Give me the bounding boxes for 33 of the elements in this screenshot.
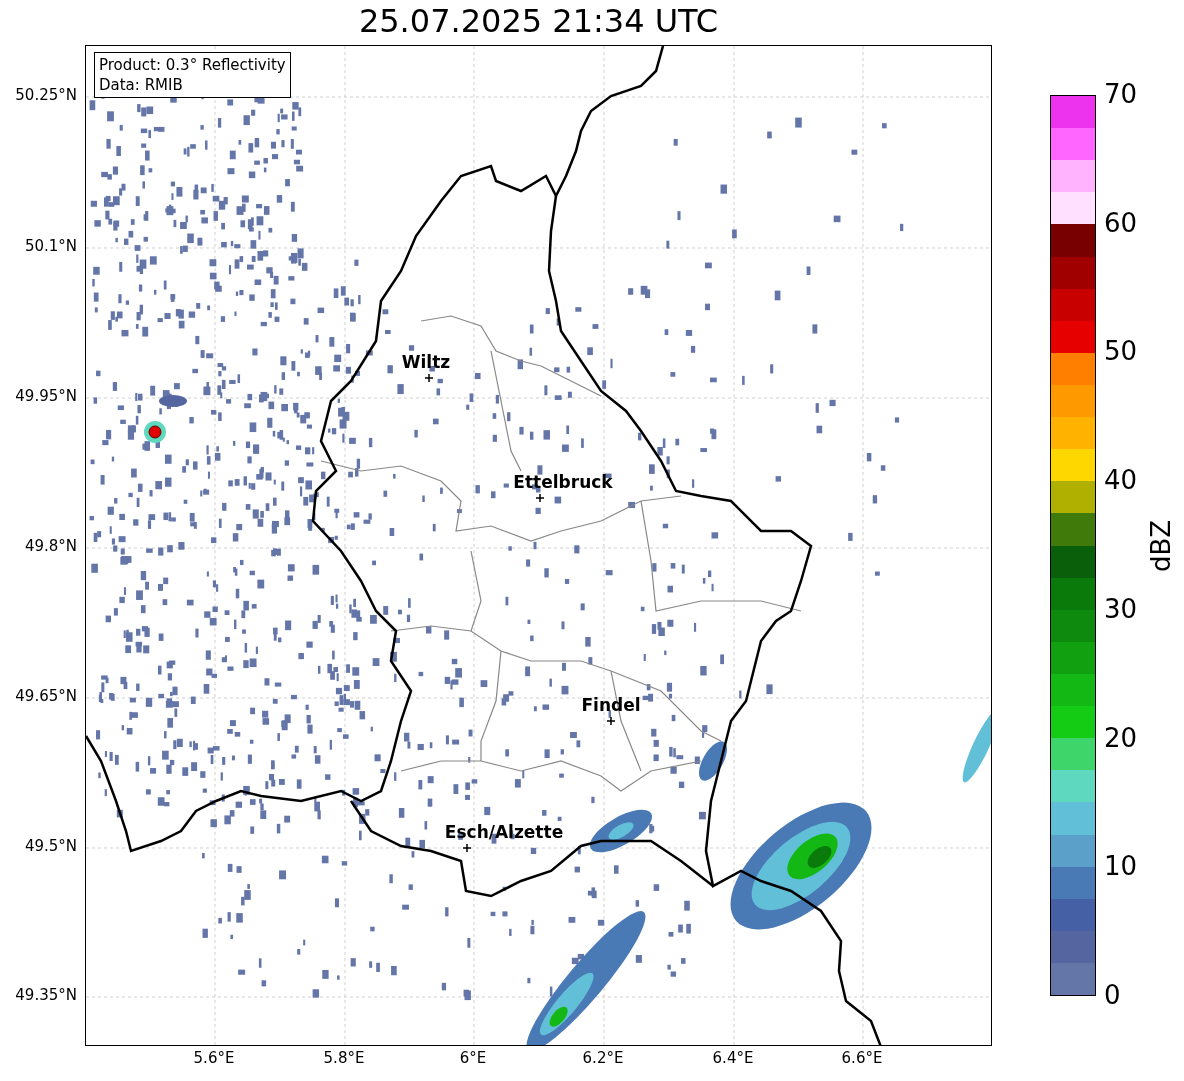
- colorbar-tick-label: 30: [1104, 595, 1138, 622]
- latitude-label: 49.35°N: [15, 988, 77, 1003]
- colorbar-tick-label: 50: [1104, 338, 1138, 365]
- colorbar-tick-label: 0: [1104, 982, 1121, 1008]
- info-line: Product: 0.3° Reflectivity: [99, 55, 286, 75]
- colorbar-tick-label: 40: [1104, 467, 1138, 494]
- city-label: Findel: [581, 697, 641, 714]
- colorbar-tick-label: 60: [1104, 209, 1138, 236]
- longitude-label: 6.4°E: [712, 1051, 754, 1066]
- city-marker-icon: [607, 717, 615, 725]
- latitude-label: 50.1°N: [24, 239, 77, 254]
- colorbar-tick-label: 20: [1104, 724, 1138, 751]
- latitude-label: 49.8°N: [24, 539, 77, 554]
- city-marker-icon: [425, 374, 433, 382]
- city-label: Ettelbruck: [513, 474, 613, 491]
- longitude-label: 6°E: [459, 1051, 487, 1066]
- latitude-label: 49.65°N: [15, 689, 77, 704]
- info-line: Data: RMIB: [99, 75, 184, 95]
- chart-title: 25.07.2025 21:34 UTC: [358, 4, 719, 41]
- city-marker-icon: [463, 844, 471, 852]
- longitude-label: 6.2°E: [582, 1051, 624, 1066]
- city-label: Esch/Alzette: [444, 824, 564, 841]
- latitude-label: 49.95°N: [15, 389, 77, 404]
- latitude-label: 49.5°N: [24, 839, 77, 854]
- colorbar-label: dBZ: [1148, 519, 1174, 572]
- colorbar-tick-label: 10: [1104, 853, 1138, 880]
- city-marker-icon: [536, 494, 544, 502]
- city-label: Wiltz: [401, 354, 451, 371]
- latitude-label: 50.25°N: [15, 88, 77, 103]
- colorbar-tick-label: 70: [1104, 81, 1138, 107]
- longitude-label: 6.6°E: [841, 1051, 883, 1066]
- longitude-label: 5.8°E: [323, 1051, 365, 1066]
- longitude-label: 5.6°E: [193, 1051, 235, 1066]
